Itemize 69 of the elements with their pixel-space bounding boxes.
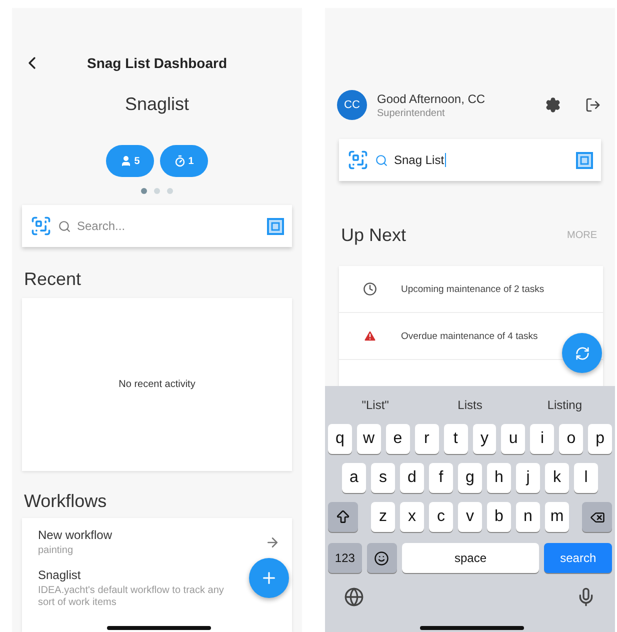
qr-scan-icon[interactable]: [347, 149, 369, 171]
letter-key[interactable]: l: [574, 463, 598, 493]
pager-dot[interactable]: [154, 188, 160, 194]
letter-key[interactable]: t: [444, 424, 468, 454]
pager-dot[interactable]: [167, 188, 173, 194]
stopwatch-icon: [174, 155, 186, 167]
letter-key[interactable]: e: [386, 424, 410, 454]
user-role: Superintendent: [377, 108, 446, 118]
logout-icon[interactable]: [585, 97, 601, 113]
globe-icon[interactable]: [344, 587, 364, 607]
letter-key[interactable]: d: [400, 463, 424, 493]
nfc-tag-icon[interactable]: [576, 152, 593, 168]
suggestion[interactable]: Listing: [517, 398, 612, 412]
emoji-icon: [374, 550, 390, 566]
letter-key[interactable]: o: [559, 424, 584, 454]
letter-key[interactable]: h: [487, 463, 511, 493]
letter-key[interactable]: b: [487, 502, 511, 532]
numbers-key[interactable]: 123: [328, 543, 362, 573]
search-icon: [375, 154, 388, 166]
warning-icon: [363, 329, 377, 343]
nfc-tag-icon[interactable]: [267, 218, 284, 234]
section-heading: Up Next: [341, 225, 406, 246]
workflow-item[interactable]: New workflow painting: [22, 518, 292, 558]
search-key[interactable]: search: [544, 543, 612, 573]
letter-key[interactable]: a: [342, 463, 366, 493]
letter-key[interactable]: v: [458, 502, 482, 532]
space-key[interactable]: space: [402, 543, 540, 573]
greeting: Good Afternoon, CC: [377, 92, 486, 106]
letter-key[interactable]: n: [516, 502, 540, 532]
backspace-icon: [590, 510, 604, 524]
backspace-key[interactable]: [582, 502, 612, 532]
letter-key[interactable]: p: [588, 424, 612, 454]
qr-scan-icon[interactable]: [30, 215, 52, 237]
suggestion[interactable]: "List": [328, 398, 423, 412]
letter-key[interactable]: w: [356, 424, 381, 454]
page-title: Snag List Dashboard: [86, 55, 228, 71]
avatar[interactable]: CC: [337, 90, 367, 120]
letter-key[interactable]: z: [371, 502, 395, 532]
letter-key[interactable]: r: [414, 424, 439, 454]
clock-icon: [363, 282, 377, 296]
letter-key[interactable]: q: [328, 424, 352, 454]
plus-icon: [260, 569, 278, 587]
letter-key[interactable]: x: [400, 502, 424, 532]
emoji-key[interactable]: [366, 543, 397, 573]
project-title: Snaglist: [124, 94, 190, 115]
section-heading: Workflows: [24, 491, 108, 512]
letter-key[interactable]: c: [429, 502, 453, 532]
section-heading: Recent: [24, 269, 82, 290]
letter-key[interactable]: i: [530, 424, 554, 454]
pager-dot[interactable]: [141, 188, 147, 194]
letter-key[interactable]: s: [371, 463, 395, 493]
person-icon: [120, 155, 132, 167]
empty-message: No recent activity: [118, 379, 196, 390]
suggestion[interactable]: Lists: [422, 398, 518, 412]
letter-key[interactable]: y: [472, 424, 496, 454]
refresh-icon: [574, 346, 590, 360]
search-field[interactable]: Snag List: [339, 139, 601, 181]
shift-key[interactable]: [328, 502, 358, 532]
letter-key[interactable]: f: [429, 463, 453, 493]
maintenance-item[interactable]: Upcoming maintenance of 2 tasks: [339, 266, 603, 313]
shift-icon: [335, 509, 351, 525]
search-icon: [58, 220, 71, 232]
search-field[interactable]: Search...: [22, 205, 292, 247]
letter-key[interactable]: u: [501, 424, 526, 454]
letter-key[interactable]: m: [545, 502, 569, 532]
letter-key[interactable]: j: [516, 463, 540, 493]
letter-key[interactable]: k: [545, 463, 569, 493]
workflow-item[interactable]: Snaglist IDEA.yacht's default workflow to track any sort of work items: [22, 558, 292, 610]
letter-key[interactable]: g: [458, 463, 482, 493]
